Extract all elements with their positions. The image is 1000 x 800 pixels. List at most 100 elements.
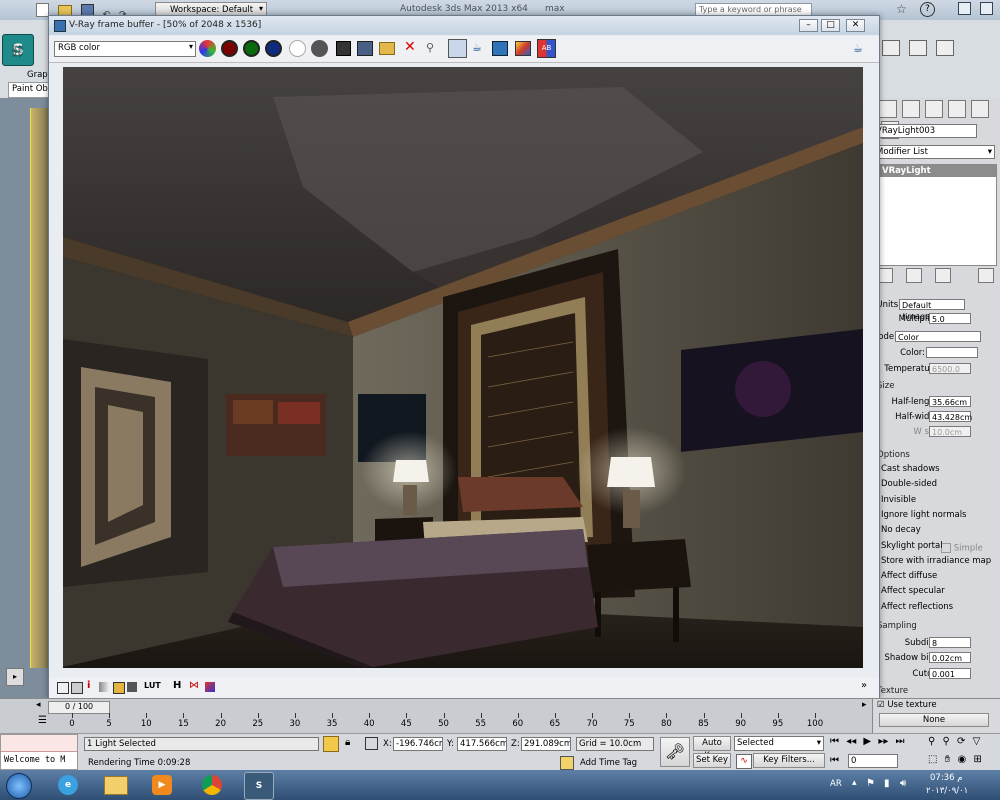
- help-icon[interactable]: ?: [920, 2, 935, 17]
- restore-icon[interactable]: [979, 2, 993, 15]
- key-mode-dropdown[interactable]: Selected ▾: [734, 736, 824, 751]
- file-explorer-icon[interactable]: [104, 776, 128, 795]
- rendered-image[interactable]: [63, 67, 863, 668]
- lens-effects-icon[interactable]: [492, 41, 508, 56]
- option-checkbox[interactable]: Ignore light normals: [881, 510, 966, 520]
- green-channel-icon[interactable]: [243, 40, 260, 57]
- option-checkbox[interactable]: Skylight portal: [881, 541, 943, 551]
- region-render-icon[interactable]: [448, 39, 467, 58]
- y-coordinate-field[interactable]: 417.566cm: [457, 737, 507, 751]
- half-width-input[interactable]: 43.428cm: [929, 411, 972, 422]
- current-frame-input[interactable]: 0: [848, 754, 898, 768]
- clock-date[interactable]: ٢٠١٣/٠٩/٠١: [926, 786, 968, 796]
- zoom-all-icon[interactable]: ⚲: [943, 736, 950, 747]
- chrome-icon[interactable]: [202, 775, 222, 795]
- render-icon[interactable]: [935, 40, 954, 56]
- exposure-icon[interactable]: [127, 682, 137, 692]
- create-tab-icon[interactable]: [879, 100, 897, 118]
- shadow-bias-input[interactable]: 0.02cm: [929, 652, 971, 663]
- configure-sets-icon[interactable]: [977, 268, 994, 283]
- option-checkbox[interactable]: Affect diffuse: [881, 571, 937, 581]
- wsize-input[interactable]: 10.0cm: [929, 426, 971, 437]
- use-texture-checkbox[interactable]: ☑ Use texture: [877, 700, 937, 710]
- default-tangent-icon[interactable]: ∿: [736, 754, 752, 769]
- go-to-end-icon[interactable]: ⏭: [896, 736, 905, 747]
- show-end-result-icon[interactable]: [905, 268, 922, 283]
- half-length-input[interactable]: 35.66cm: [929, 396, 971, 407]
- curve-icon[interactable]: [113, 682, 125, 694]
- display-correction-icon[interactable]: [71, 682, 83, 694]
- vfb-maximize-button[interactable]: □: [821, 19, 840, 32]
- hsl-label-icon[interactable]: H: [173, 680, 181, 691]
- option-checkbox[interactable]: No decay: [881, 525, 921, 535]
- tray-expand-icon[interactable]: ▴: [852, 778, 857, 788]
- color-swatch[interactable]: [926, 347, 978, 358]
- play-icon[interactable]: ▶: [863, 736, 871, 747]
- modifier-list-dropdown[interactable]: Modifier List ▾: [873, 145, 995, 159]
- orbit-icon[interactable]: ⟳: [957, 736, 965, 747]
- language-indicator[interactable]: AR: [830, 779, 842, 789]
- channel-dropdown[interactable]: RGB color ▾: [54, 41, 196, 57]
- subdivs-input[interactable]: 8: [929, 637, 971, 648]
- stack-item[interactable]: VRayLight: [874, 165, 996, 177]
- z-coordinate-field[interactable]: 291.089cm: [521, 737, 571, 751]
- time-tag-icon[interactable]: [560, 756, 574, 770]
- maxscript-top-field[interactable]: [1, 735, 77, 752]
- absolute-mode-icon[interactable]: [365, 737, 378, 750]
- ocio-icon[interactable]: [205, 682, 215, 692]
- region-zoom-icon[interactable]: ⬚: [928, 754, 937, 765]
- mono-channel-icon[interactable]: [311, 40, 328, 57]
- viewport-edge[interactable]: ▸: [0, 98, 50, 698]
- star-icon[interactable]: ☆: [896, 2, 907, 16]
- render-setup-icon[interactable]: [882, 40, 900, 56]
- 3ds-max-task-icon[interactable]: S: [244, 772, 274, 800]
- remove-modifier-icon[interactable]: [934, 268, 951, 283]
- alpha-channel-icon[interactable]: [289, 40, 306, 57]
- temperature-input[interactable]: 6500.0: [929, 363, 971, 374]
- timeline-prev-icon[interactable]: ◂: [36, 700, 41, 710]
- teapot-icon[interactable]: [908, 40, 927, 56]
- option-checkbox[interactable]: Invisible: [881, 495, 916, 505]
- ribbon-graphite-label[interactable]: Grap: [27, 70, 48, 80]
- lens-icon[interactable]: ⋈: [189, 680, 199, 691]
- maxscript-listener[interactable]: Welcome to M: [0, 734, 78, 770]
- add-time-tag-label[interactable]: Add Time Tag: [580, 758, 637, 768]
- hierarchy-tab-icon[interactable]: [924, 100, 943, 118]
- color-channels-icon[interactable]: [199, 40, 216, 57]
- levels-icon[interactable]: [99, 682, 109, 692]
- color-correction-icon[interactable]: [515, 41, 531, 56]
- expand-icon[interactable]: »: [861, 680, 867, 691]
- network-icon[interactable]: ▮: [884, 778, 890, 789]
- auto-key-button[interactable]: Auto Key: [693, 736, 731, 761]
- option-checkbox[interactable]: Double-sided: [881, 479, 937, 489]
- start-button[interactable]: [6, 773, 32, 799]
- key-icon-button[interactable]: 🗝︎: [660, 737, 690, 767]
- field-of-view-icon[interactable]: ▽: [973, 736, 981, 747]
- save-image-icon[interactable]: [336, 41, 351, 56]
- clock-time[interactable]: 07:36 م: [930, 773, 962, 783]
- walkthrough-icon[interactable]: ◉: [958, 754, 967, 765]
- link-icon[interactable]: ⛓: [10, 44, 25, 58]
- vfb-minimize-button[interactable]: –: [799, 19, 818, 32]
- vfb-close-button[interactable]: ✕: [846, 19, 865, 32]
- x-coordinate-field[interactable]: -196.746cm: [393, 737, 443, 751]
- blue-channel-icon[interactable]: [265, 40, 282, 57]
- cutoff-input[interactable]: 0.001: [929, 668, 971, 679]
- render-teapot-icon[interactable]: ☕: [853, 42, 863, 55]
- render-last-icon[interactable]: ☕: [472, 41, 482, 54]
- compare-ab-icon[interactable]: AB: [537, 39, 556, 58]
- lock-icon[interactable]: 🔒︎: [345, 737, 350, 748]
- texture-none-button[interactable]: None: [879, 713, 989, 727]
- zoom-icon[interactable]: ⚲: [928, 736, 935, 747]
- viewport-side-button[interactable]: ▸: [6, 668, 24, 686]
- go-to-start-icon[interactable]: ⏮: [830, 736, 839, 747]
- option-checkbox[interactable]: Affect specular: [881, 586, 945, 596]
- internet-explorer-icon[interactable]: e: [58, 775, 78, 795]
- simple-checkbox[interactable]: Simple: [941, 543, 983, 554]
- object-name-field[interactable]: VRayLight003: [873, 124, 977, 138]
- mode-dropdown[interactable]: Color: [895, 331, 981, 342]
- show-history-icon[interactable]: [57, 682, 69, 694]
- multiplier-input[interactable]: 5.0: [929, 313, 971, 324]
- load-image-icon[interactable]: [379, 42, 395, 55]
- red-channel-icon[interactable]: [221, 40, 238, 57]
